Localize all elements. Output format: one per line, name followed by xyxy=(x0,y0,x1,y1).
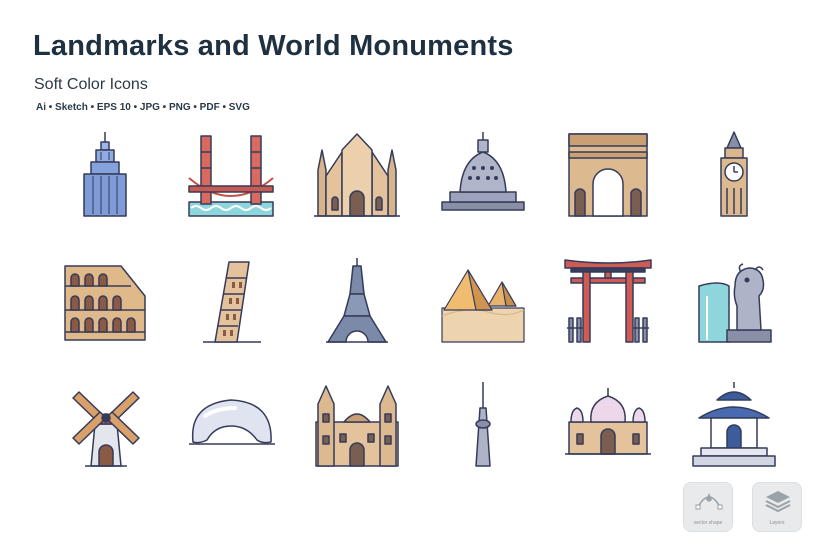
pen-tool-icon xyxy=(695,493,723,510)
file-formats-list: Ai • Sketch • EPS 10 • JPG • PNG • PDF •… xyxy=(36,102,250,113)
cn-tower-icon xyxy=(475,382,491,467)
layers-badge: Layers xyxy=(752,482,802,532)
leaning-tower-of-pisa-icon xyxy=(203,261,261,343)
page-title: Landmarks and World Monuments xyxy=(33,30,514,62)
chiang-kai-shek-memorial-icon xyxy=(692,382,776,467)
golden-gate-bridge-icon xyxy=(188,135,274,217)
milan-cathedral-icon xyxy=(314,133,400,217)
eiffel-tower-icon xyxy=(326,258,388,343)
empire-state-building-icon xyxy=(83,132,127,217)
vector-shape-badge: vector shape xyxy=(683,482,733,532)
merlion-icon xyxy=(698,263,772,343)
gothic-cathedral-icon xyxy=(315,385,399,467)
taj-mahal-icon xyxy=(565,388,651,455)
big-ben-icon xyxy=(720,131,748,217)
torii-gate-icon xyxy=(564,259,652,343)
windmill-icon xyxy=(72,391,140,467)
layers-label: Layers xyxy=(769,520,785,526)
borobudur-temple-icon xyxy=(441,132,525,211)
arc-de-triomphe-icon xyxy=(568,133,648,217)
page-subtitle: Soft Color Icons xyxy=(34,76,148,93)
pyramids-of-giza-icon xyxy=(441,269,525,343)
cloud-gate-bean-icon xyxy=(189,399,275,445)
colosseum-icon xyxy=(64,265,146,341)
vector-shape-label: vector shape xyxy=(693,520,723,526)
layers-icon xyxy=(765,491,791,513)
